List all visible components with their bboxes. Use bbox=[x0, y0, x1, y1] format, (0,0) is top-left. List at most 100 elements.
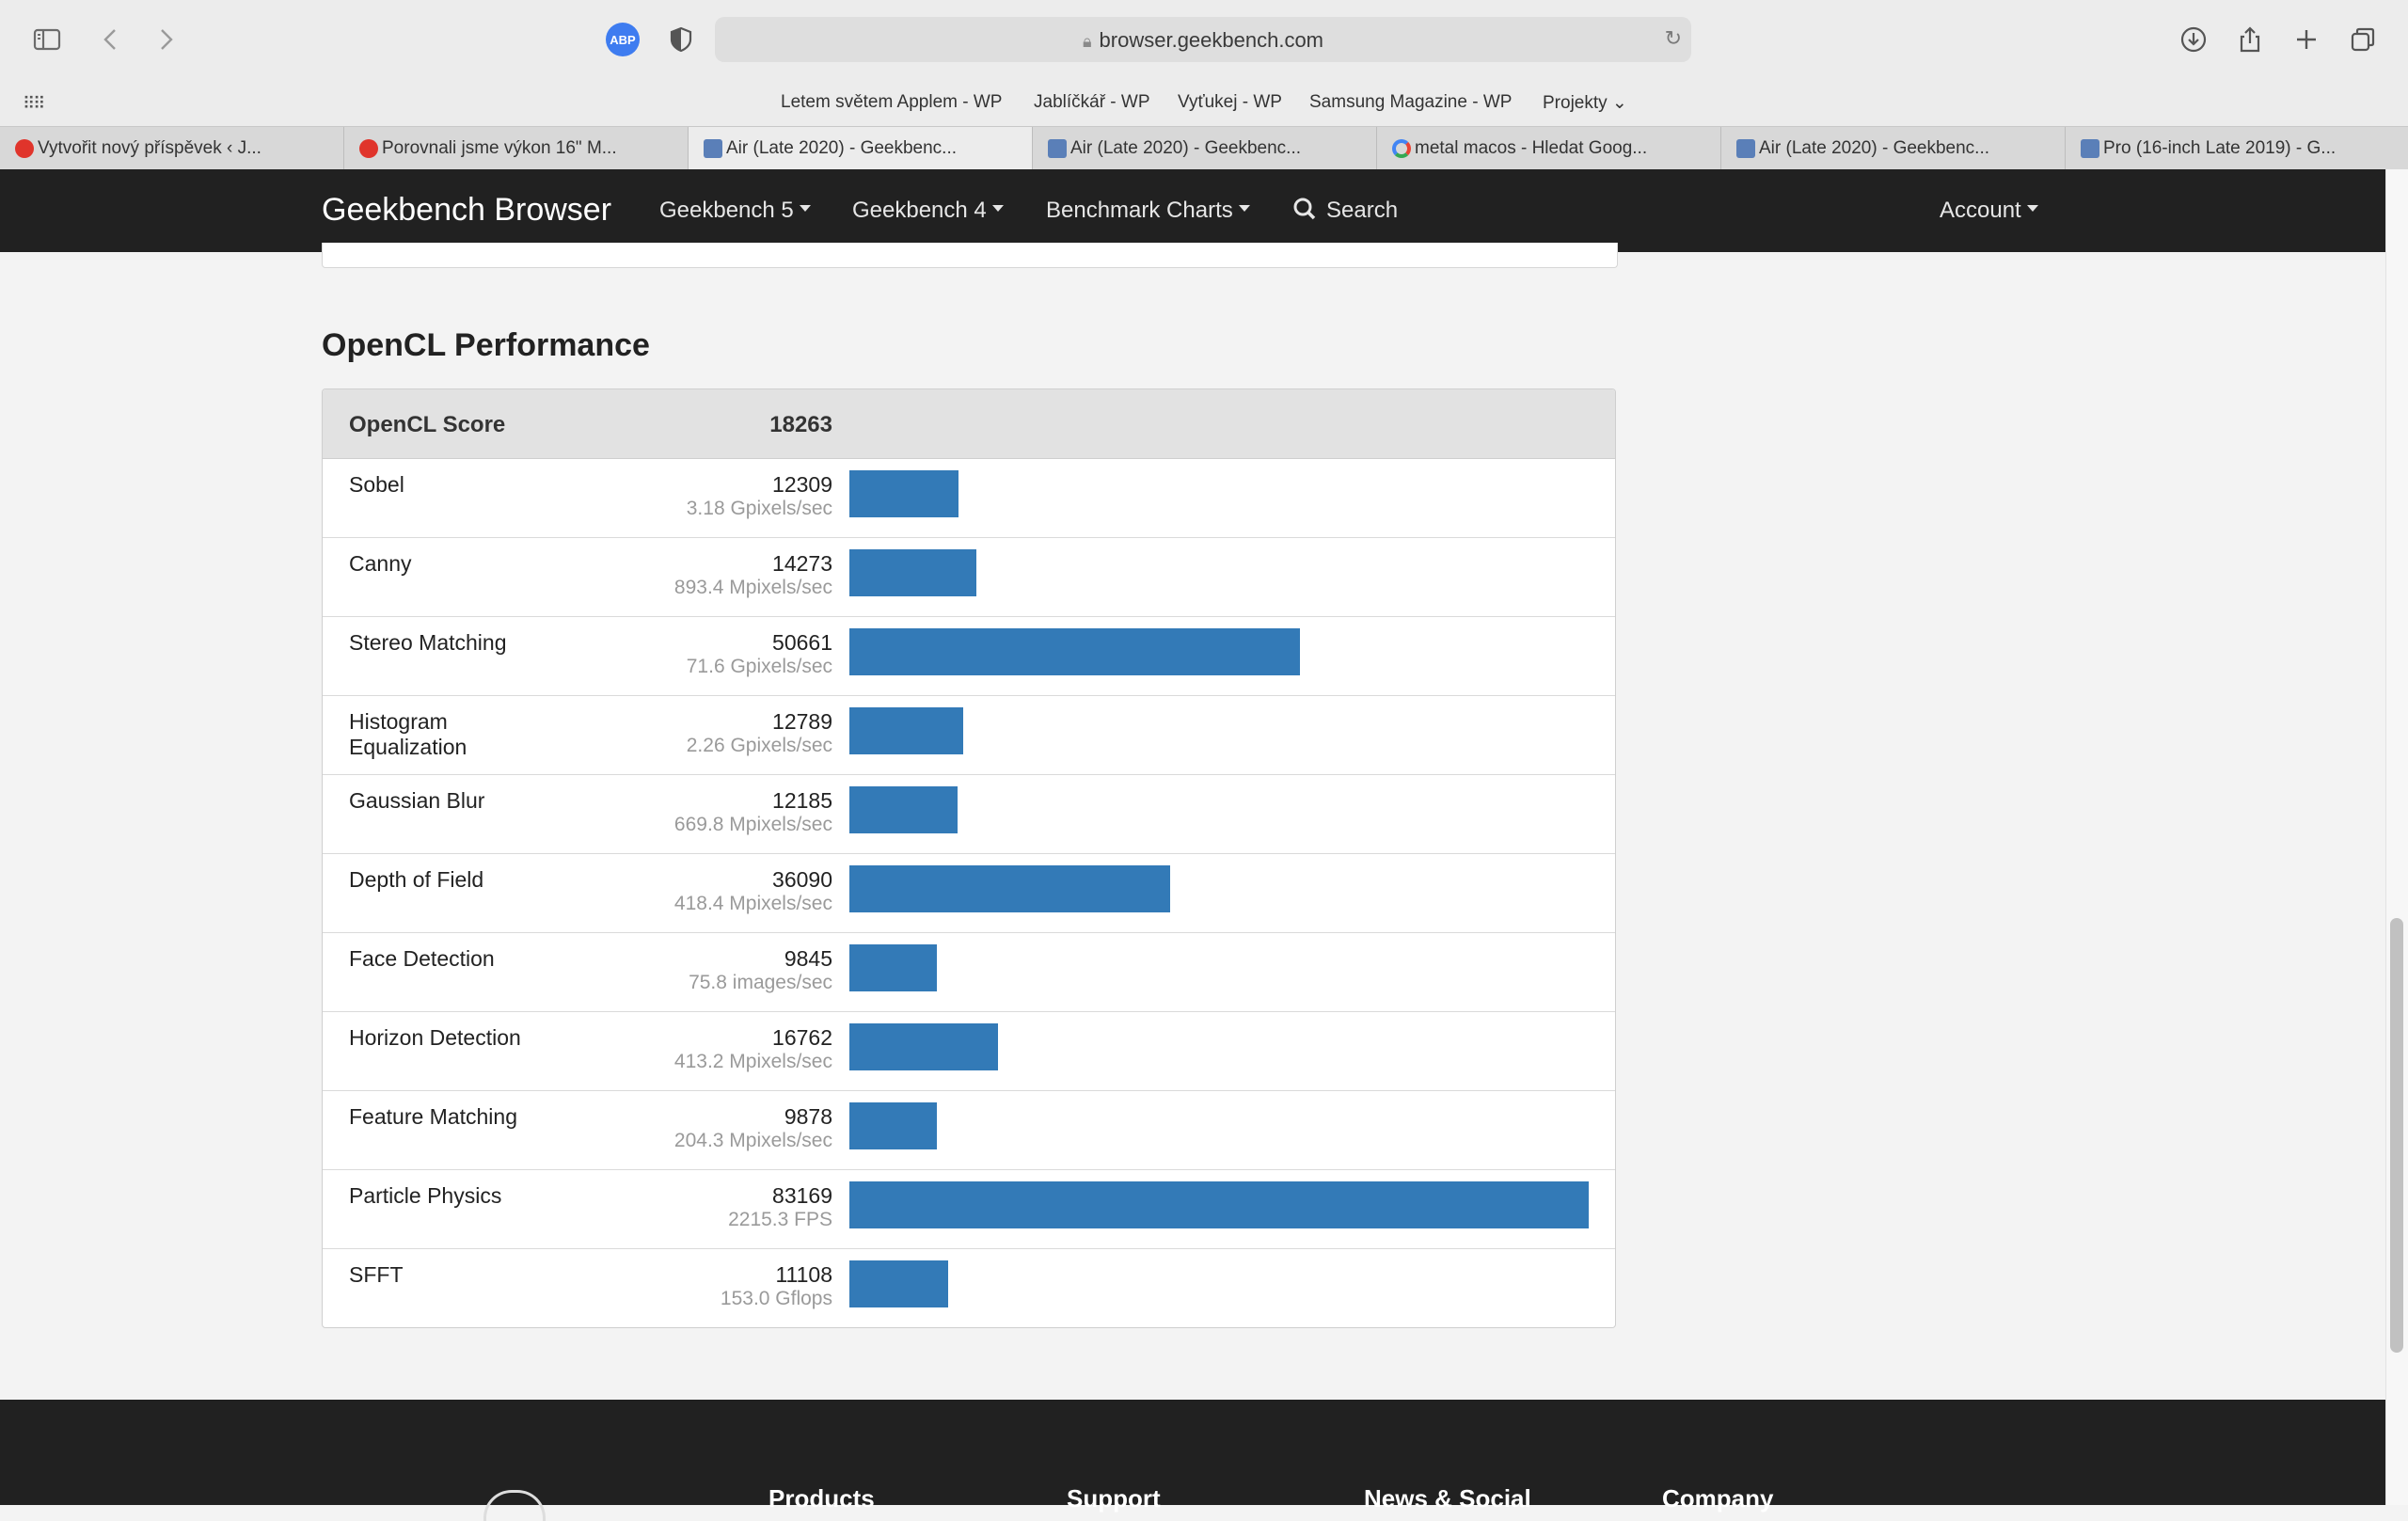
sidebar-toggle-icon[interactable] bbox=[28, 21, 66, 58]
vodafone-favicon-icon bbox=[15, 139, 34, 158]
nav-geekbench-5[interactable]: Geekbench 5 bbox=[659, 198, 811, 224]
tab-label: Air (Late 2020) - Geekbenc... bbox=[726, 138, 958, 158]
benchmark-throughput: 153.0 Gflops bbox=[720, 1288, 832, 1309]
caret-down-icon bbox=[991, 205, 1004, 213]
browser-tab-active[interactable]: Air (Late 2020) - Geekbenc... bbox=[689, 127, 1033, 170]
table-row: Histogram Equalization 12789 2.26 Gpixels/… bbox=[323, 696, 1615, 775]
benchmark-throughput: 75.8 images/sec bbox=[689, 972, 832, 993]
nav-geekbench-4[interactable]: Geekbench 4 bbox=[852, 198, 1004, 224]
benchmark-score: 12185 bbox=[772, 788, 832, 813]
apps-grid-icon[interactable]: ⠿⠿ bbox=[23, 94, 45, 114]
downloads-icon[interactable] bbox=[2175, 21, 2212, 58]
tab-label: metal macos - Hledat Goog... bbox=[1415, 138, 1648, 158]
tab-label: Pro (16-inch Late 2019) - G... bbox=[2103, 138, 2337, 158]
lock-icon: 🔒︎ bbox=[1082, 32, 1092, 51]
benchmark-score: 36090 bbox=[772, 867, 832, 892]
browser-tab[interactable]: Air (Late 2020) - Geekbenc... bbox=[1721, 127, 2066, 170]
geekbench-favicon-icon bbox=[1048, 139, 1067, 158]
forward-icon[interactable] bbox=[147, 21, 184, 58]
benchmark-score: 12309 bbox=[772, 472, 832, 497]
benchmark-throughput: 418.4 Mpixels/sec bbox=[673, 893, 832, 914]
site-footer: Products Support News & Social Company bbox=[0, 1400, 2385, 1521]
share-icon[interactable] bbox=[2231, 21, 2269, 58]
opencl-results-table: OpenCL Score 18263 Sobel 12309 3.18 Gpixel… bbox=[322, 388, 1616, 1328]
vodafone-favicon-icon bbox=[359, 139, 378, 158]
score-bar bbox=[849, 1181, 1589, 1228]
score-bar bbox=[849, 628, 1300, 675]
bookmark-folder-projekty[interactable]: Projekty ⌄ bbox=[1543, 92, 1627, 114]
score-bar bbox=[849, 1023, 998, 1070]
address-bar[interactable]: 🔒︎ browser.geekbench.com ↻ bbox=[715, 17, 1691, 62]
table-row: Face Detection 9845 75.8 images/sec bbox=[323, 933, 1615, 1012]
benchmark-name: Horizon Detection bbox=[349, 1025, 521, 1050]
geekbench-favicon-icon bbox=[704, 139, 722, 158]
benchmark-throughput: 413.2 Mpixels/sec bbox=[673, 1051, 832, 1072]
tab-label: Air (Late 2020) - Geekbenc... bbox=[1070, 138, 1302, 158]
browser-tab[interactable]: Air (Late 2020) - Geekbenc... bbox=[1033, 127, 1377, 170]
benchmark-name: Particle Physics bbox=[349, 1183, 502, 1208]
score-bar bbox=[849, 707, 963, 754]
footer-news-social[interactable]: News & Social bbox=[1364, 1484, 1531, 1513]
section-title: OpenCL Performance bbox=[322, 327, 650, 363]
benchmark-name: SFFT bbox=[349, 1262, 404, 1287]
back-icon[interactable] bbox=[92, 21, 130, 58]
scrollbar[interactable] bbox=[2385, 169, 2408, 1505]
adblock-icon[interactable]: ABP bbox=[606, 23, 640, 56]
benchmark-name: Gaussian Blur bbox=[349, 788, 485, 813]
nav-label: Account bbox=[1940, 198, 2021, 223]
new-tab-icon[interactable] bbox=[2288, 21, 2325, 58]
browser-tab[interactable]: metal macos - Hledat Goog... bbox=[1377, 127, 1721, 170]
table-row: Sobel 12309 3.18 Gpixels/sec bbox=[323, 459, 1615, 538]
benchmark-score: 11108 bbox=[775, 1262, 832, 1287]
search-icon bbox=[1293, 198, 1316, 219]
score-bar bbox=[849, 865, 1170, 912]
tab-label: Air (Late 2020) - Geekbenc... bbox=[1759, 138, 1990, 158]
benchmark-throughput: 893.4 Mpixels/sec bbox=[673, 577, 832, 598]
benchmark-throughput: 2215.3 FPS bbox=[728, 1209, 832, 1230]
geekbench-favicon-icon bbox=[2081, 139, 2099, 158]
scrollbar-thumb[interactable] bbox=[2390, 918, 2403, 1353]
bookmark-item[interactable]: Samsung Magazine - WP bbox=[1309, 92, 1512, 113]
footer-company[interactable]: Company bbox=[1662, 1484, 1773, 1513]
score-bar bbox=[849, 1102, 937, 1149]
browser-tab[interactable]: Porovnali jsme výkon 16" M... bbox=[344, 127, 689, 170]
nav-account[interactable]: Account bbox=[1940, 198, 2038, 224]
site-brand[interactable]: Geekbench Browser bbox=[322, 192, 611, 229]
bookmark-item[interactable]: Letem světem Applem - WP bbox=[781, 92, 1002, 113]
benchmark-throughput: 669.8 Mpixels/sec bbox=[673, 814, 832, 835]
tab-label: Vytvořit nový příspěvek ‹ J... bbox=[38, 138, 261, 158]
benchmark-throughput: 71.6 Gpixels/sec bbox=[686, 656, 832, 677]
table-row: Gaussian Blur 12185 669.8 Mpixels/sec bbox=[323, 775, 1615, 854]
privacy-shield-icon[interactable] bbox=[662, 21, 700, 58]
url-text: browser.geekbench.com bbox=[1099, 28, 1324, 52]
nav-benchmark-charts[interactable]: Benchmark Charts bbox=[1046, 198, 1250, 224]
reload-icon[interactable]: ↻ bbox=[1665, 26, 1682, 51]
footer-products[interactable]: Products bbox=[768, 1484, 875, 1513]
google-favicon-icon bbox=[1392, 139, 1411, 158]
table-header-row: OpenCL Score 18263 bbox=[323, 389, 1615, 459]
main-content: OpenCL Performance OpenCL Score 18263 So… bbox=[0, 243, 2385, 1400]
table-row: Stereo Matching 50661 71.6 Gpixels/sec bbox=[323, 617, 1615, 696]
bookmarks-bar: ⠿⠿ Letem světem Applem - WP Jablíčkář - … bbox=[0, 79, 2408, 126]
nav-label: Search bbox=[1326, 198, 1399, 223]
bookmark-item[interactable]: Vyťukej - WP bbox=[1178, 92, 1282, 113]
nav-label: Benchmark Charts bbox=[1046, 198, 1233, 223]
bookmark-item[interactable]: Jablíčkář - WP bbox=[1034, 92, 1150, 113]
benchmark-score: 12789 bbox=[772, 709, 832, 734]
benchmark-throughput: 2.26 Gpixels/sec bbox=[686, 735, 832, 756]
benchmark-score: 83169 bbox=[772, 1183, 832, 1208]
tab-overview-icon[interactable] bbox=[2344, 21, 2382, 58]
benchmark-throughput: 3.18 Gpixels/sec bbox=[686, 498, 832, 519]
caret-down-icon bbox=[799, 205, 811, 213]
score-bar bbox=[849, 786, 958, 833]
benchmark-name: Canny bbox=[349, 551, 412, 576]
table-row: Particle Physics 83169 2215.3 FPS bbox=[323, 1170, 1615, 1249]
score-bar bbox=[849, 549, 976, 596]
score-bar bbox=[849, 1260, 948, 1307]
footer-support[interactable]: Support bbox=[1067, 1484, 1161, 1513]
browser-tab[interactable]: Vytvořit nový příspěvek ‹ J... bbox=[0, 127, 344, 170]
benchmark-name: Sobel bbox=[349, 472, 404, 497]
browser-tab[interactable]: Pro (16-inch Late 2019) - G... bbox=[2066, 127, 2408, 170]
nav-search[interactable]: Search bbox=[1292, 198, 1398, 224]
score-bar bbox=[849, 944, 937, 991]
